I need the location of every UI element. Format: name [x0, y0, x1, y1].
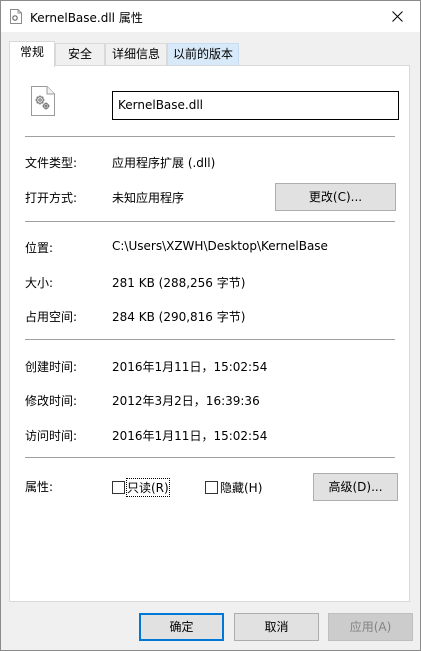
apply-button[interactable]: 应用(A) [328, 613, 413, 641]
size-value: 281 KB (288,256 字节) [112, 276, 246, 290]
properties-dialog: KernelBase.dll 属性 常规 安全 详细信息 以前的版本 Kerne… [0, 0, 421, 651]
dll-file-icon [10, 9, 22, 24]
readonly-checkbox[interactable] [112, 481, 125, 494]
opens-with-value: 未知应用程序 [112, 191, 185, 205]
ok-button[interactable]: 确定 [139, 613, 224, 641]
tab-previous-versions[interactable]: 以前的版本 [167, 43, 239, 65]
modified-value: 2012年3月2日，16:39:36 [112, 394, 260, 408]
separator [25, 136, 395, 137]
file-name-value: KernelBase.dll [118, 98, 204, 112]
ok-button-label: 确定 [169, 620, 194, 634]
dll-gear-file-icon [31, 86, 55, 116]
separator [25, 457, 395, 458]
created-label: 创建时间: [25, 360, 78, 374]
attributes-label: 属性: [25, 480, 54, 494]
tab-general-label: 常规 [19, 45, 44, 59]
opens-with-label: 打开方式: [25, 191, 78, 205]
advanced-button[interactable]: 高级(D)... [313, 473, 398, 501]
window-title: KernelBase.dll 属性 [30, 11, 143, 25]
readonly-label[interactable]: 只读(R) [126, 478, 170, 497]
tab-details[interactable]: 详细信息 [105, 43, 167, 65]
created-value: 2016年1月11日，15:02:54 [112, 360, 268, 374]
location-label: 位置: [25, 241, 54, 255]
hidden-checkbox[interactable] [205, 481, 218, 494]
separator [25, 339, 395, 340]
file-type-value: 应用程序扩展 (.dll) [112, 156, 216, 170]
apply-button-label: 应用(A) [349, 620, 392, 634]
size-on-disk-value: 284 KB (290,816 字节) [112, 310, 246, 324]
tab-security[interactable]: 安全 [55, 43, 105, 65]
tab-security-label: 安全 [67, 47, 92, 61]
tab-previous-versions-label: 以前的版本 [172, 47, 233, 61]
separator [25, 221, 395, 222]
advanced-button-label: 高级(D)... [328, 480, 383, 494]
tab-details-label: 详细信息 [111, 47, 160, 61]
size-label: 大小: [25, 276, 54, 290]
size-on-disk-label: 占用空间: [25, 310, 78, 324]
close-icon [391, 11, 403, 22]
title-bar[interactable]: KernelBase.dll 属性 [1, 1, 420, 32]
file-type-label: 文件类型: [25, 156, 78, 170]
modified-label: 修改时间: [25, 394, 78, 408]
close-button[interactable] [374, 1, 420, 32]
hidden-label[interactable]: 隐藏(H) [220, 479, 262, 496]
file-name-field[interactable]: KernelBase.dll [112, 91, 399, 120]
accessed-value: 2016年1月11日，15:02:54 [112, 429, 268, 443]
cancel-button-label: 取消 [264, 620, 289, 634]
change-button[interactable]: 更改(C)... [275, 183, 396, 211]
tab-general[interactable]: 常规 [9, 41, 55, 67]
general-panel: KernelBase.dll 文件类型: 应用程序扩展 (.dll) 打开方式:… [9, 65, 410, 602]
location-value: C:\Users\XZWH\Desktop\KernelBase [112, 239, 328, 253]
accessed-label: 访问时间: [25, 429, 78, 443]
change-button-label: 更改(C)... [308, 190, 363, 204]
cancel-button[interactable]: 取消 [234, 613, 319, 641]
